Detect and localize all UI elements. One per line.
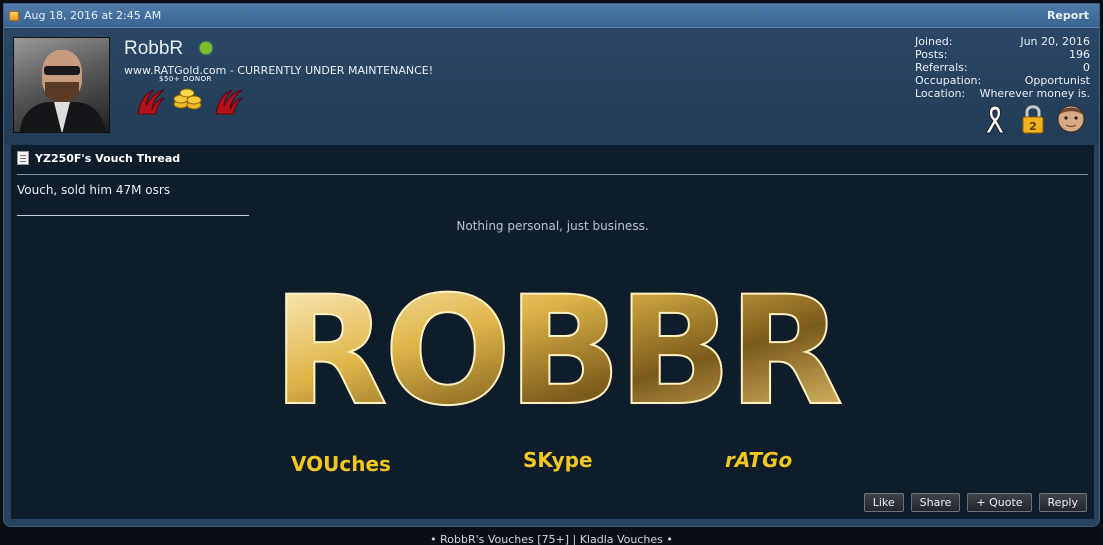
stat-referrals: Referrals: 0 xyxy=(915,61,1090,74)
stat-occupation: Occupation: Opportunist xyxy=(915,74,1090,87)
signature-banner: ROBBR VOUches SKype rATGo xyxy=(271,264,846,476)
stat-posts: Posts: 196 xyxy=(915,48,1090,61)
reply-button[interactable]: Reply xyxy=(1038,493,1087,512)
stat-joined: Joined: Jun 20, 2016 xyxy=(915,35,1090,48)
signature-banner-title: ROBBR xyxy=(272,265,841,439)
signature-divider xyxy=(17,215,249,216)
post-container: Aug 18, 2016 at 2:45 AM Report RobbR www… xyxy=(3,3,1100,527)
sig-link-vouches[interactable]: VOUches xyxy=(291,452,391,476)
document-icon xyxy=(17,151,29,165)
svg-text:2: 2 xyxy=(1029,120,1037,133)
sig-link-ratgold[interactable]: rATGo xyxy=(725,448,792,472)
lock-icon: 2 xyxy=(1022,105,1044,134)
sig-link-skype[interactable]: SKype xyxy=(523,448,593,472)
post-header-bar: Aug 18, 2016 at 2:45 AM Report xyxy=(4,4,1099,28)
signature-quote: Nothing personal, just business. xyxy=(456,219,649,233)
quote-button[interactable]: + Quote xyxy=(967,493,1032,512)
user-info-bar: RobbR www.RATGold.com - CURRENTLY UNDER … xyxy=(4,29,1099,145)
thread-title[interactable]: YZ250F's Vouch Thread xyxy=(17,151,180,165)
donor-badge-label: $50+ DONOR xyxy=(159,75,212,83)
ribbon-icon xyxy=(985,105,1005,134)
post-content: YZ250F's Vouch Thread Vouch, sold him 47… xyxy=(11,145,1094,519)
share-button[interactable]: Share xyxy=(910,493,961,512)
post-message: Vouch, sold him 47M osrs xyxy=(17,183,171,197)
report-link[interactable]: Report xyxy=(1047,9,1089,22)
new-post-icon xyxy=(9,10,19,21)
like-button[interactable]: Like xyxy=(863,493,904,512)
post-timestamp[interactable]: Aug 18, 2016 at 2:45 AM xyxy=(24,9,161,22)
gold-coins-icon xyxy=(173,88,202,110)
avatar[interactable] xyxy=(13,37,110,133)
claw-award-icon xyxy=(137,89,165,115)
post-actions: Like Share + Quote Reply xyxy=(863,493,1087,512)
claw-award-icon xyxy=(215,89,243,115)
user-stats: Joined: Jun 20, 2016 Posts: 196 Referrals:… xyxy=(915,35,1090,100)
thread-title-text[interactable]: YZ250F's Vouch Thread xyxy=(35,152,180,165)
username[interactable]: RobbR xyxy=(124,38,183,60)
face-icon xyxy=(1057,105,1085,133)
title-divider xyxy=(17,174,1088,175)
online-status-icon xyxy=(200,42,212,54)
stat-location: Location: Wherever money is. xyxy=(915,87,1090,100)
footer-signature-links[interactable]: • RobbR's Vouches [75+] | Kladla Vouches… xyxy=(0,533,1103,545)
